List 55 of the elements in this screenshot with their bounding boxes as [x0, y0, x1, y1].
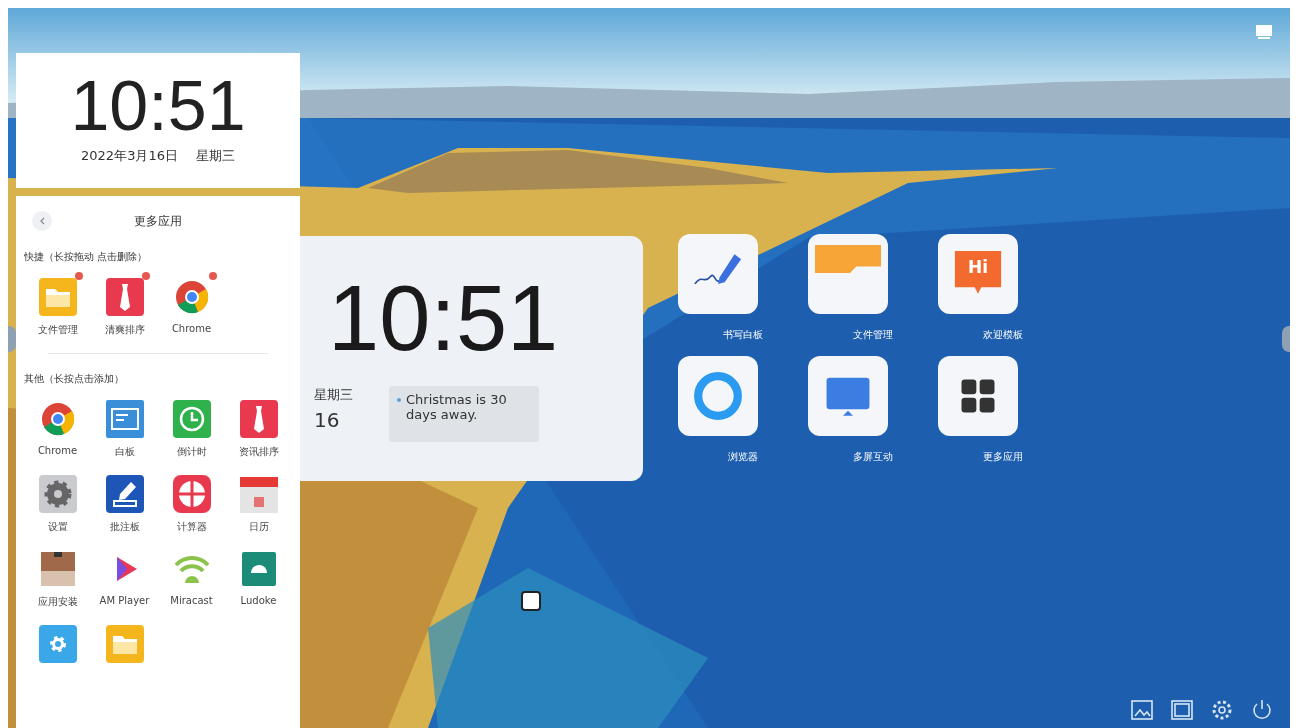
calculator-icon	[171, 474, 212, 514]
note-icon	[104, 399, 145, 439]
gear-icon	[37, 624, 78, 664]
app-tile[interactable]: 倒计时	[158, 392, 225, 459]
clock-date: 2022年3月16日	[81, 147, 178, 165]
folder-icon	[104, 624, 145, 664]
picture-icon[interactable]	[1130, 698, 1154, 722]
desktop-app[interactable]: 更多应用	[938, 356, 1068, 464]
app-tile[interactable]: 清爽排序	[91, 270, 158, 337]
app-tile[interactable]: 计算器	[158, 467, 225, 534]
app-tile[interactable]: 资讯排序	[225, 392, 292, 459]
widget-day: 16	[314, 408, 353, 432]
clock-weekday: 星期三	[195, 147, 235, 165]
app-tile[interactable]: 白板	[91, 392, 158, 459]
widget-weekday: 星期三	[314, 386, 353, 404]
panel-title: 更多应用	[134, 212, 182, 230]
desktop-app[interactable]: 文件管理	[808, 234, 938, 342]
desktop-app[interactable]: 多屏互动	[808, 356, 938, 464]
section-label: 快捷（长按拖动 点击删除）	[24, 250, 149, 264]
app-tile[interactable]: Chrome	[24, 392, 91, 459]
app-tile[interactable]: 文件管理	[24, 270, 91, 337]
window-icon[interactable]	[1170, 698, 1194, 722]
bullet-icon	[397, 398, 401, 402]
hi-text: Hi	[966, 257, 990, 277]
clock-time: 10:51	[70, 69, 246, 143]
settings-icon[interactable]	[1210, 698, 1234, 722]
app-tile[interactable]: 设置	[24, 467, 91, 534]
gear-icon	[37, 474, 78, 514]
tie-icon	[238, 399, 279, 439]
remove-badge[interactable]	[74, 272, 83, 280]
calendar-icon	[238, 474, 279, 514]
event-text: Christmas is 30 days away.	[406, 392, 508, 422]
desktop-app[interactable]: 浏览器	[678, 356, 808, 464]
app-tile[interactable]: Ludoke	[225, 542, 292, 609]
tie-icon	[104, 277, 145, 317]
power-icon[interactable]	[1250, 698, 1274, 722]
app-tile[interactable]: 应用安装	[24, 542, 91, 609]
app-tile[interactable]: AM Player	[91, 542, 158, 609]
folder-icon	[815, 245, 881, 273]
section-label: 其他（长按点击添加）	[24, 372, 125, 386]
pen-icon	[104, 474, 145, 514]
desktop-app[interactable]: 书写白板	[678, 234, 808, 342]
remove-badge[interactable]	[208, 272, 217, 280]
app-tile[interactable]: 批注板	[91, 467, 158, 534]
floating-button[interactable]	[521, 591, 541, 611]
monitor-icon[interactable]	[1254, 24, 1274, 40]
folder-icon	[37, 277, 78, 317]
desktop-app[interactable]: Hi 欢迎模板	[938, 234, 1068, 342]
clock-icon	[171, 399, 212, 439]
app-tile[interactable]: 日历	[225, 467, 292, 534]
remove-badge[interactable]	[141, 272, 150, 280]
app-tile[interactable]: Miracast	[158, 542, 225, 609]
widget-time: 10:51	[328, 270, 560, 366]
app-tile[interactable]: Chrome	[158, 270, 225, 337]
chevron-left-icon	[39, 217, 45, 225]
